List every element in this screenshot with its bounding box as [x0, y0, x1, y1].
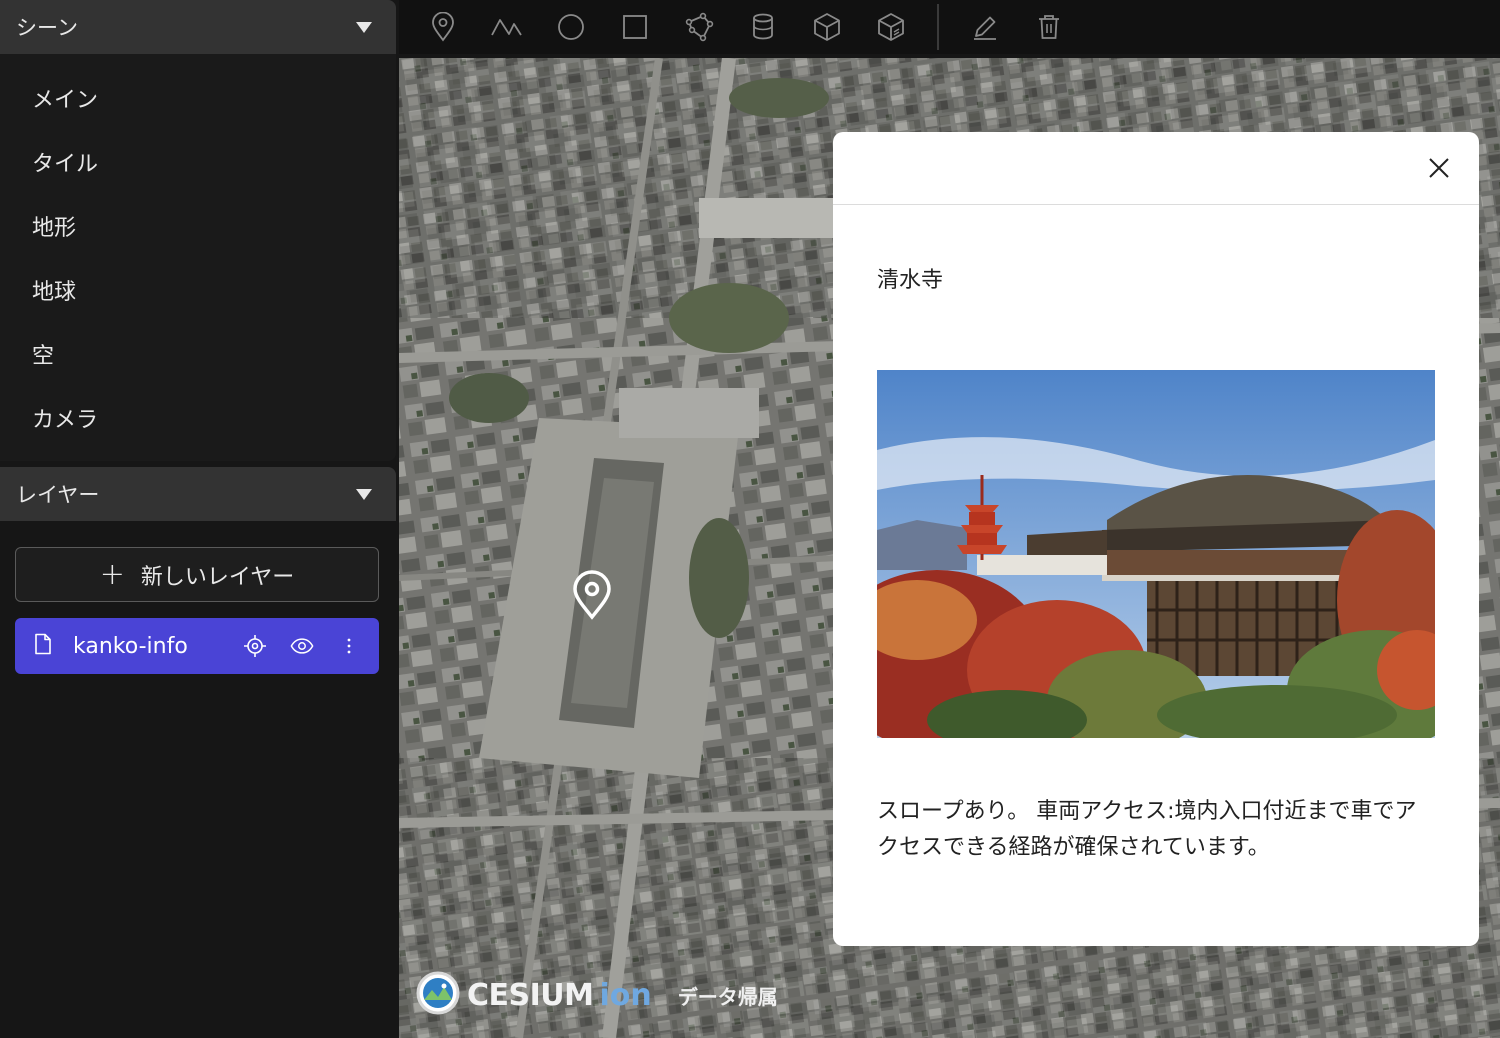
new-layer-label: 新しいレイヤー	[140, 564, 295, 590]
close-icon	[1429, 158, 1449, 178]
eye-icon[interactable]	[290, 634, 314, 658]
cesium-logo-icon	[415, 970, 461, 1020]
box-icon[interactable]	[807, 7, 847, 47]
layer-panel-header[interactable]: レイヤー	[0, 467, 396, 521]
map-credit[interactable]: CESIUM ion データ帰属	[415, 970, 778, 1020]
edit-icon[interactable]	[965, 7, 1005, 47]
chevron-down-icon[interactable]	[356, 488, 372, 500]
credit-brand: CESIUM	[467, 977, 594, 1013]
new-layer-button[interactable]: + 新しいレイヤー	[15, 547, 379, 602]
layer-item-kanko-info[interactable]: kanko-info	[15, 618, 379, 674]
credit-attribution-link[interactable]: データ帰属	[678, 981, 778, 1010]
scene-item-terrain[interactable]: 地形	[0, 194, 396, 258]
scene-item-globe[interactable]: 地球	[0, 258, 396, 322]
popup-header	[833, 132, 1479, 205]
marker-icon[interactable]	[423, 7, 463, 47]
toolbar-separator	[937, 4, 939, 50]
popup-description: スロープあり。 車両アクセス:境内入口付近まで車でアクセスできる経路が確保されて…	[877, 799, 1417, 860]
extruded-polygon-icon[interactable]	[871, 7, 911, 47]
scene-panel-title: シーン	[16, 16, 78, 40]
chevron-down-icon[interactable]	[356, 21, 372, 33]
circle-icon[interactable]	[551, 7, 591, 47]
scene-list: メイン タイル 地形 地球 空 カメラ	[0, 54, 396, 450]
layer-name: kanko-info	[73, 633, 188, 659]
delete-icon[interactable]	[1029, 7, 1069, 47]
close-button[interactable]	[1423, 152, 1455, 184]
layer-panel-title: レイヤー	[16, 483, 100, 507]
polygon-icon[interactable]	[679, 7, 719, 47]
scene-panel: シーン メイン タイル 地形 地球 空 カメラ	[0, 0, 396, 461]
map-marker-icon[interactable]	[571, 570, 613, 624]
credit-ion: ion	[599, 977, 652, 1013]
rectangle-icon[interactable]	[615, 7, 655, 47]
temple-photo	[877, 370, 1435, 738]
plus-icon: +	[99, 556, 125, 592]
scene-item-main[interactable]: メイン	[0, 66, 396, 130]
crosshair-icon[interactable]	[243, 634, 267, 658]
scene-item-camera[interactable]: カメラ	[0, 386, 396, 450]
more-vertical-icon[interactable]	[337, 634, 361, 658]
scene-item-sky[interactable]: 空	[0, 322, 396, 386]
scene-panel-header[interactable]: シーン	[0, 0, 396, 54]
drawing-toolbar	[399, 0, 1500, 54]
file-icon	[33, 633, 53, 659]
scene-item-tiles[interactable]: タイル	[0, 130, 396, 194]
sidebar: シーン メイン タイル 地形 地球 空 カメラ レイヤー + 新しいレイヤー k…	[0, 0, 396, 1038]
popup-title: 清水寺	[877, 268, 944, 293]
polyline-icon[interactable]	[487, 7, 527, 47]
layer-panel: レイヤー + 新しいレイヤー kanko-info	[0, 467, 396, 1038]
cylinder-icon[interactable]	[743, 7, 783, 47]
app-root: シーン メイン タイル 地形 地球 空 カメラ レイヤー + 新しいレイヤー k…	[0, 0, 1500, 1038]
info-popup: 清水寺 スロープあり。 車両アクセス:境内入口付近まで車でアクセスできる経路が確…	[833, 132, 1479, 946]
